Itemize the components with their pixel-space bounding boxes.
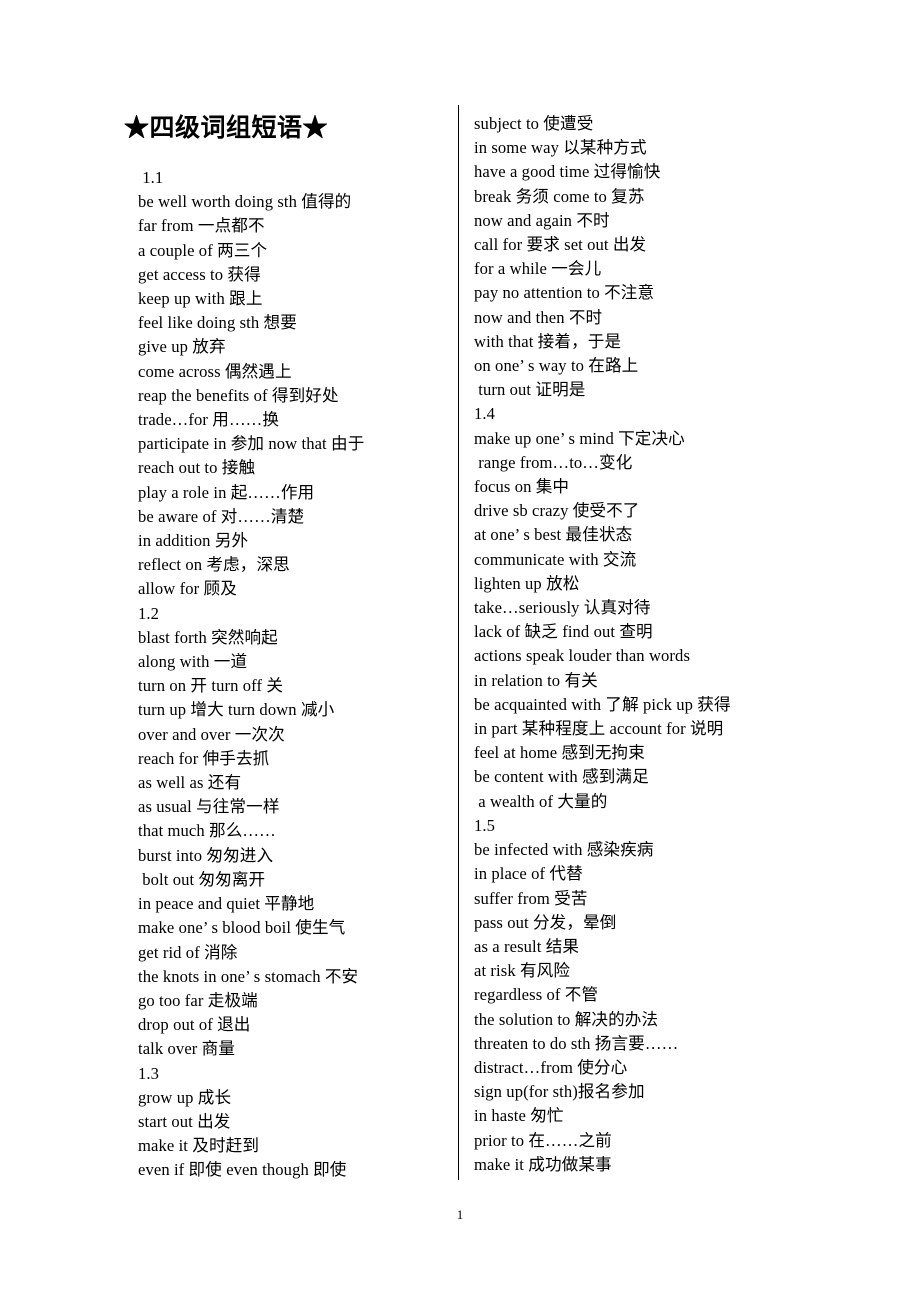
phrase-entry: for a while 一会儿 — [474, 259, 602, 279]
phrase-entry: reap the benefits of 得到好处 — [138, 385, 339, 405]
phrase-entry: turn up 增大 turn down 减小 — [138, 700, 335, 720]
phrase-entry: 1.5 — [474, 815, 496, 835]
phrase-entry: bolt out 匆匆离开 — [138, 869, 266, 889]
left-column: 1.1 be well worth doing sth 值得的 far from 一… — [138, 166, 448, 1183]
phrase-entry: feel at home 感到无拘束 — [474, 743, 645, 763]
phrase-entry: communicate with 交流 — [474, 549, 637, 569]
phrase-entry: far from 一点都不 — [138, 216, 265, 236]
phrase-entry: make up one’ s mind 下定决心 — [474, 428, 685, 448]
phrase-entry: threaten to do sth 扬言要…… — [474, 1033, 679, 1053]
phrase-entry: get access to 获得 — [138, 264, 261, 284]
phrase-entry: give up 放弃 — [138, 337, 226, 357]
phrase-entry: in peace and quiet 平静地 — [138, 894, 315, 914]
phrase-entry: have a good time 过得愉快 — [474, 162, 661, 182]
phrase-entry: even if 即使 even though 即使 — [138, 1160, 347, 1180]
phrase-entry: lighten up 放松 — [474, 573, 580, 593]
phrase-entry: a wealth of 大量的 — [474, 791, 608, 811]
phrase-entry: be aware of 对……清楚 — [138, 506, 305, 526]
phrase-entry: reach for 伸手去抓 — [138, 748, 270, 768]
phrase-entry: break 务须 come to 复苏 — [474, 186, 645, 206]
phrase-entry: a couple of 两三个 — [138, 240, 268, 260]
phrase-entry: drive sb crazy 使受不了 — [474, 501, 640, 521]
column-divider — [458, 105, 459, 1180]
phrase-entry: range from…to…变化 — [474, 452, 633, 472]
phrase-entry: focus on 集中 — [474, 477, 570, 497]
phrase-entry: feel like doing sth 想要 — [138, 313, 297, 333]
phrase-entry: prior to 在……之前 — [474, 1130, 612, 1150]
phrase-entry: on one’ s way to 在路上 — [474, 356, 639, 376]
phrase-entry: in haste 匆忙 — [474, 1106, 564, 1126]
phrase-entry: distract…from 使分心 — [474, 1057, 628, 1077]
document-page: ★四级词组短语★ 1.1 be well worth doing sth 值得的 f… — [0, 0, 920, 1302]
phrase-entry: make it 成功做某事 — [474, 1154, 612, 1174]
phrase-entry: in place of 代替 — [474, 864, 583, 884]
phrase-entry: participate in 参加 now that 由于 — [138, 434, 365, 454]
phrase-entry: be content with 感到满足 — [474, 767, 649, 787]
phrase-entry: 1.2 — [138, 603, 160, 623]
phrase-entry: drop out of 退出 — [138, 1015, 251, 1035]
phrase-entry: turn out 证明是 — [474, 380, 586, 400]
phrase-entry: start out 出发 — [138, 1111, 231, 1131]
phrase-entry: make one’ s blood boil 使生气 — [138, 918, 346, 938]
phrase-entry: subject to 使遭受 — [474, 114, 594, 133]
phrase-entry: the knots in one’ s stomach 不安 — [138, 966, 359, 986]
phrase-entry: blast forth 突然响起 — [138, 627, 278, 647]
phrase-entry: as usual 与往常一样 — [138, 797, 280, 817]
phrase-entry: reflect on 考虑，深思 — [138, 555, 290, 575]
phrase-entry: turn on 开 turn off 关 — [138, 676, 284, 696]
phrase-entry: keep up with 跟上 — [138, 289, 263, 309]
phrase-entry: sign up(for sth)报名参加 — [474, 1082, 645, 1102]
phrase-entry: in part 某种程度上 account for 说明 — [474, 719, 724, 739]
phrase-entry: reach out to 接触 — [138, 458, 256, 478]
phrase-entry: with that 接着，于是 — [474, 331, 622, 351]
phrase-entry: grow up 成长 — [138, 1087, 232, 1107]
right-column: subject to 使遭受 in some way 以某种方式 have a go… — [474, 112, 804, 1177]
phrase-entry: 1.4 — [474, 404, 496, 424]
phrase-entry: allow for 顾及 — [138, 579, 237, 599]
phrase-entry: lack of 缺乏 find out 查明 — [474, 622, 653, 642]
phrase-entry: pass out 分发，晕倒 — [474, 912, 617, 932]
phrase-entry: go too far 走极端 — [138, 990, 258, 1010]
phrase-entry: now and again 不时 — [474, 210, 610, 230]
phrase-entry: pay no attention to 不注意 — [474, 283, 655, 303]
phrase-entry: as well as 还有 — [138, 773, 242, 793]
phrase-entry: that much 那么…… — [138, 821, 276, 841]
phrase-entry: in some way 以某种方式 — [474, 138, 647, 158]
phrase-entry: actions speak louder than words — [474, 646, 690, 666]
phrase-entry: come across 偶然遇上 — [138, 361, 292, 381]
phrase-entry: be infected with 感染疾病 — [474, 840, 654, 860]
phrase-entry: regardless of 不管 — [474, 985, 599, 1005]
phrase-entry: in addition 另外 — [138, 531, 249, 551]
phrase-entry: as a result 结果 — [474, 936, 580, 956]
phrase-entry: talk over 商量 — [138, 1039, 236, 1059]
phrase-entry: take…seriously 认真对待 — [474, 598, 651, 618]
phrase-entry: trade…for 用……换 — [138, 410, 280, 430]
phrase-entry: the solution to 解决的办法 — [474, 1009, 659, 1029]
phrase-entry: now and then 不时 — [474, 307, 603, 327]
page-title: ★四级词组短语★ — [123, 115, 328, 142]
phrase-entry: be acquainted with 了解 pick up 获得 — [474, 694, 731, 714]
phrase-entry: along with 一道 — [138, 652, 248, 672]
phrase-entry: make it 及时赶到 — [138, 1136, 260, 1156]
phrase-entry: at risk 有风险 — [474, 961, 571, 981]
phrase-entry: play a role in 起……作用 — [138, 482, 315, 502]
phrase-entry: call for 要求 set out 出发 — [474, 235, 647, 255]
page-number: 1 — [456, 1207, 464, 1222]
phrase-entry: burst into 匆匆进入 — [138, 845, 274, 865]
phrase-entry: at one’ s best 最佳状态 — [474, 525, 633, 545]
phrase-entry: get rid of 消除 — [138, 942, 238, 962]
phrase-entry: 1.3 — [138, 1063, 160, 1083]
phrase-entry: suffer from 受苦 — [474, 888, 588, 908]
phrase-entry: 1.1 — [138, 168, 164, 187]
phrase-entry: in relation to 有关 — [474, 670, 598, 690]
phrase-entry: over and over 一次次 — [138, 724, 285, 744]
phrase-entry: be well worth doing sth 值得的 — [138, 192, 352, 212]
